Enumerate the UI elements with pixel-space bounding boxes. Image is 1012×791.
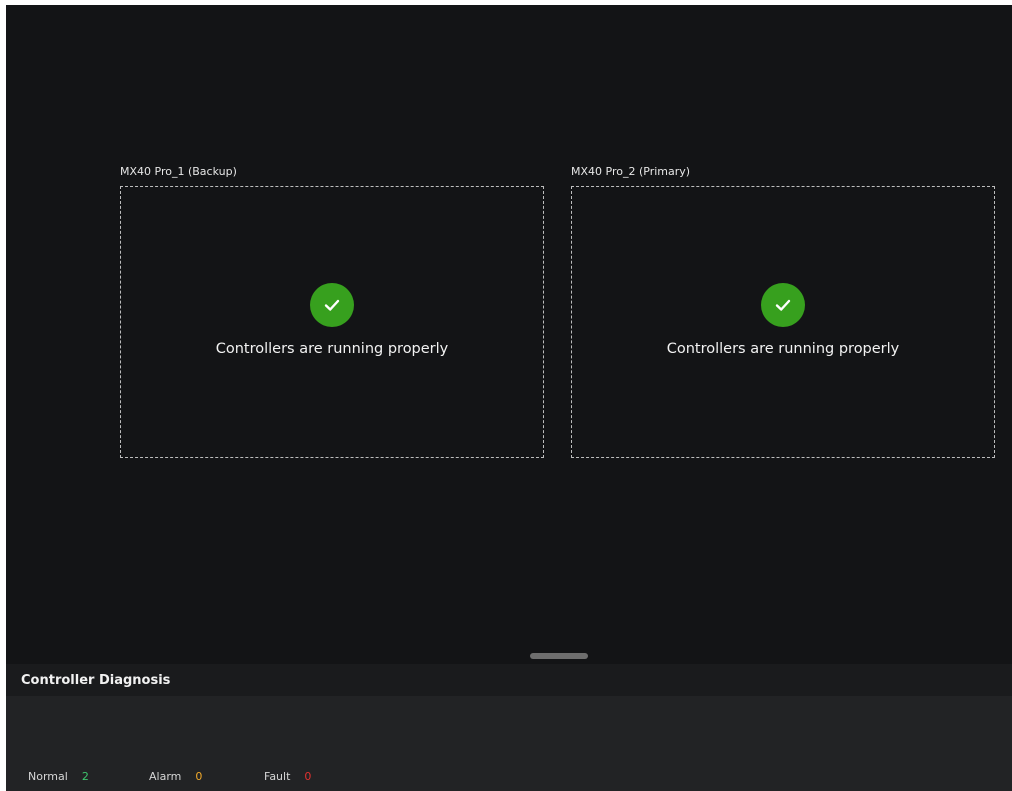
stat-label: Normal — [28, 770, 68, 783]
controller-status-text: Controllers are running properly — [215, 341, 449, 357]
controller-card-primary: MX40 Pro_2 (Primary) Controllers are run… — [571, 165, 995, 458]
controller-status-text: Controllers are running properly — [666, 341, 900, 357]
diagnosis-header: Controller Diagnosis — [6, 664, 1012, 696]
stat-fault[interactable]: Fault 0 — [264, 770, 311, 783]
diagnosis-panel: Normal 2 Alarm 0 Fault 0 — [6, 696, 1012, 791]
stat-alarm[interactable]: Alarm 0 — [149, 770, 202, 783]
stat-label: Fault — [264, 770, 291, 783]
panel-resize-handle[interactable] — [530, 653, 588, 659]
controller-status-box[interactable]: Controllers are running properly — [571, 186, 995, 458]
stat-normal[interactable]: Normal 2 — [28, 770, 89, 783]
controller-overview: MX40 Pro_1 (Backup) Controllers are runn… — [6, 5, 1012, 664]
diagnosis-title: Controller Diagnosis — [21, 672, 171, 688]
controller-status-box[interactable]: Controllers are running properly — [120, 186, 544, 458]
check-icon — [310, 283, 354, 327]
stat-count: 0 — [304, 770, 312, 783]
controller-title: MX40 Pro_1 (Backup) — [120, 165, 237, 178]
check-icon — [761, 283, 805, 327]
stat-label: Alarm — [149, 770, 182, 783]
app-window: MX40 Pro_1 (Backup) Controllers are runn… — [6, 5, 1012, 791]
stat-count: 0 — [195, 770, 203, 783]
stat-count: 2 — [81, 770, 89, 783]
controller-card-backup: MX40 Pro_1 (Backup) Controllers are runn… — [120, 165, 544, 458]
controller-title: MX40 Pro_2 (Primary) — [571, 165, 691, 178]
